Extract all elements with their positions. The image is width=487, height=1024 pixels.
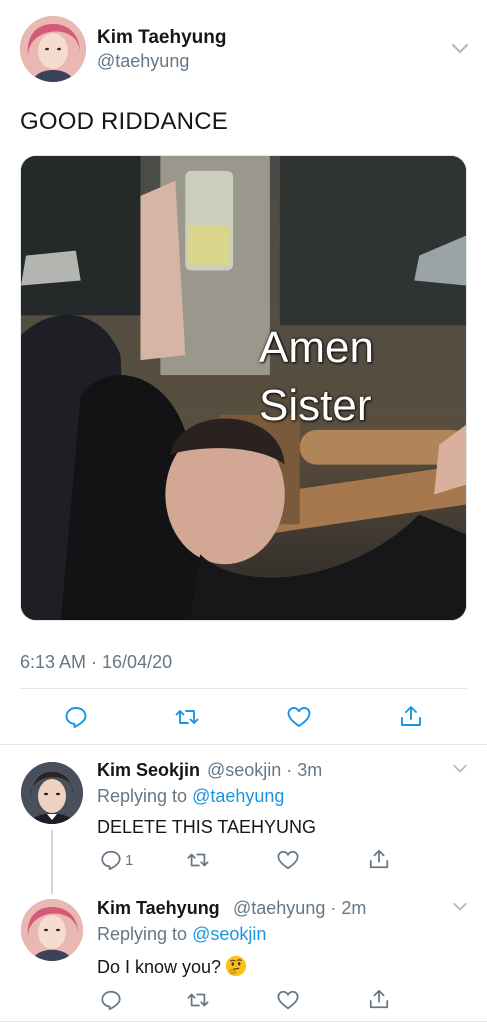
main-tweet-author-handle[interactable]: @taehyung (97, 51, 189, 72)
thread-connector-line (51, 830, 53, 894)
divider (0, 744, 487, 745)
chevron-down-icon[interactable] (452, 764, 468, 774)
reply-author-handle-time[interactable]: @taehyung · 2m (233, 898, 366, 919)
chevron-down-icon[interactable] (452, 902, 468, 912)
main-tweet-author-name[interactable]: Kim Taehyung (97, 27, 227, 49)
like-icon[interactable] (287, 705, 311, 729)
reply-author-name[interactable]: Kim Taehyung (97, 898, 220, 919)
retweet-icon[interactable] (187, 849, 209, 871)
reply-icon[interactable] (100, 849, 122, 871)
reply-author-handle-time[interactable]: @seokjin · 3m (207, 760, 322, 781)
replying-to-prefix: Replying to (97, 924, 193, 944)
reply-icon[interactable] (64, 705, 88, 729)
share-icon[interactable] (368, 848, 390, 870)
divider (20, 688, 467, 689)
reply-icon[interactable] (100, 989, 122, 1011)
share-icon[interactable] (399, 704, 423, 728)
replying-to: Replying to @seokjin (97, 924, 266, 945)
retweet-icon[interactable] (175, 705, 199, 729)
reply-author-name[interactable]: Kim Seokjin (97, 760, 200, 781)
replying-to-prefix: Replying to (97, 786, 193, 806)
main-tweet-text: GOOD RIDDANCE (20, 108, 228, 135)
media-caption-line1: Amen (259, 323, 374, 372)
reply-text: DELETE THIS TAEHYUNG (97, 817, 317, 837)
tweet-detail-screen: Kim Taehyung @taehyung GOOD RIDDANCE Ame… (0, 0, 487, 1024)
like-icon[interactable] (277, 989, 299, 1011)
tweet-timestamp: 6:13 AM · 16/04/20 (20, 652, 173, 672)
reply-avatar[interactable] (21, 899, 83, 961)
replying-to: Replying to @taehyung (97, 786, 284, 807)
replying-to-link[interactable]: @seokjin (192, 924, 266, 944)
reply-text: Do I know you? (97, 955, 247, 978)
like-icon[interactable] (277, 849, 299, 871)
replying-to-link[interactable]: @taehyung (192, 786, 284, 806)
reply-text-content: Do I know you? (97, 957, 222, 977)
chevron-down-icon[interactable] (451, 43, 469, 55)
main-tweet-avatar[interactable] (20, 16, 86, 82)
reply-count: 1 (125, 852, 134, 869)
retweet-icon[interactable] (187, 989, 209, 1011)
media-caption-line2: Sister (259, 381, 372, 430)
tweet-media-image[interactable]: Amen Sister (20, 155, 467, 621)
thinking-face-emoji (225, 955, 247, 977)
divider (0, 1021, 487, 1022)
share-icon[interactable] (368, 988, 390, 1010)
reply-avatar[interactable] (21, 762, 83, 824)
